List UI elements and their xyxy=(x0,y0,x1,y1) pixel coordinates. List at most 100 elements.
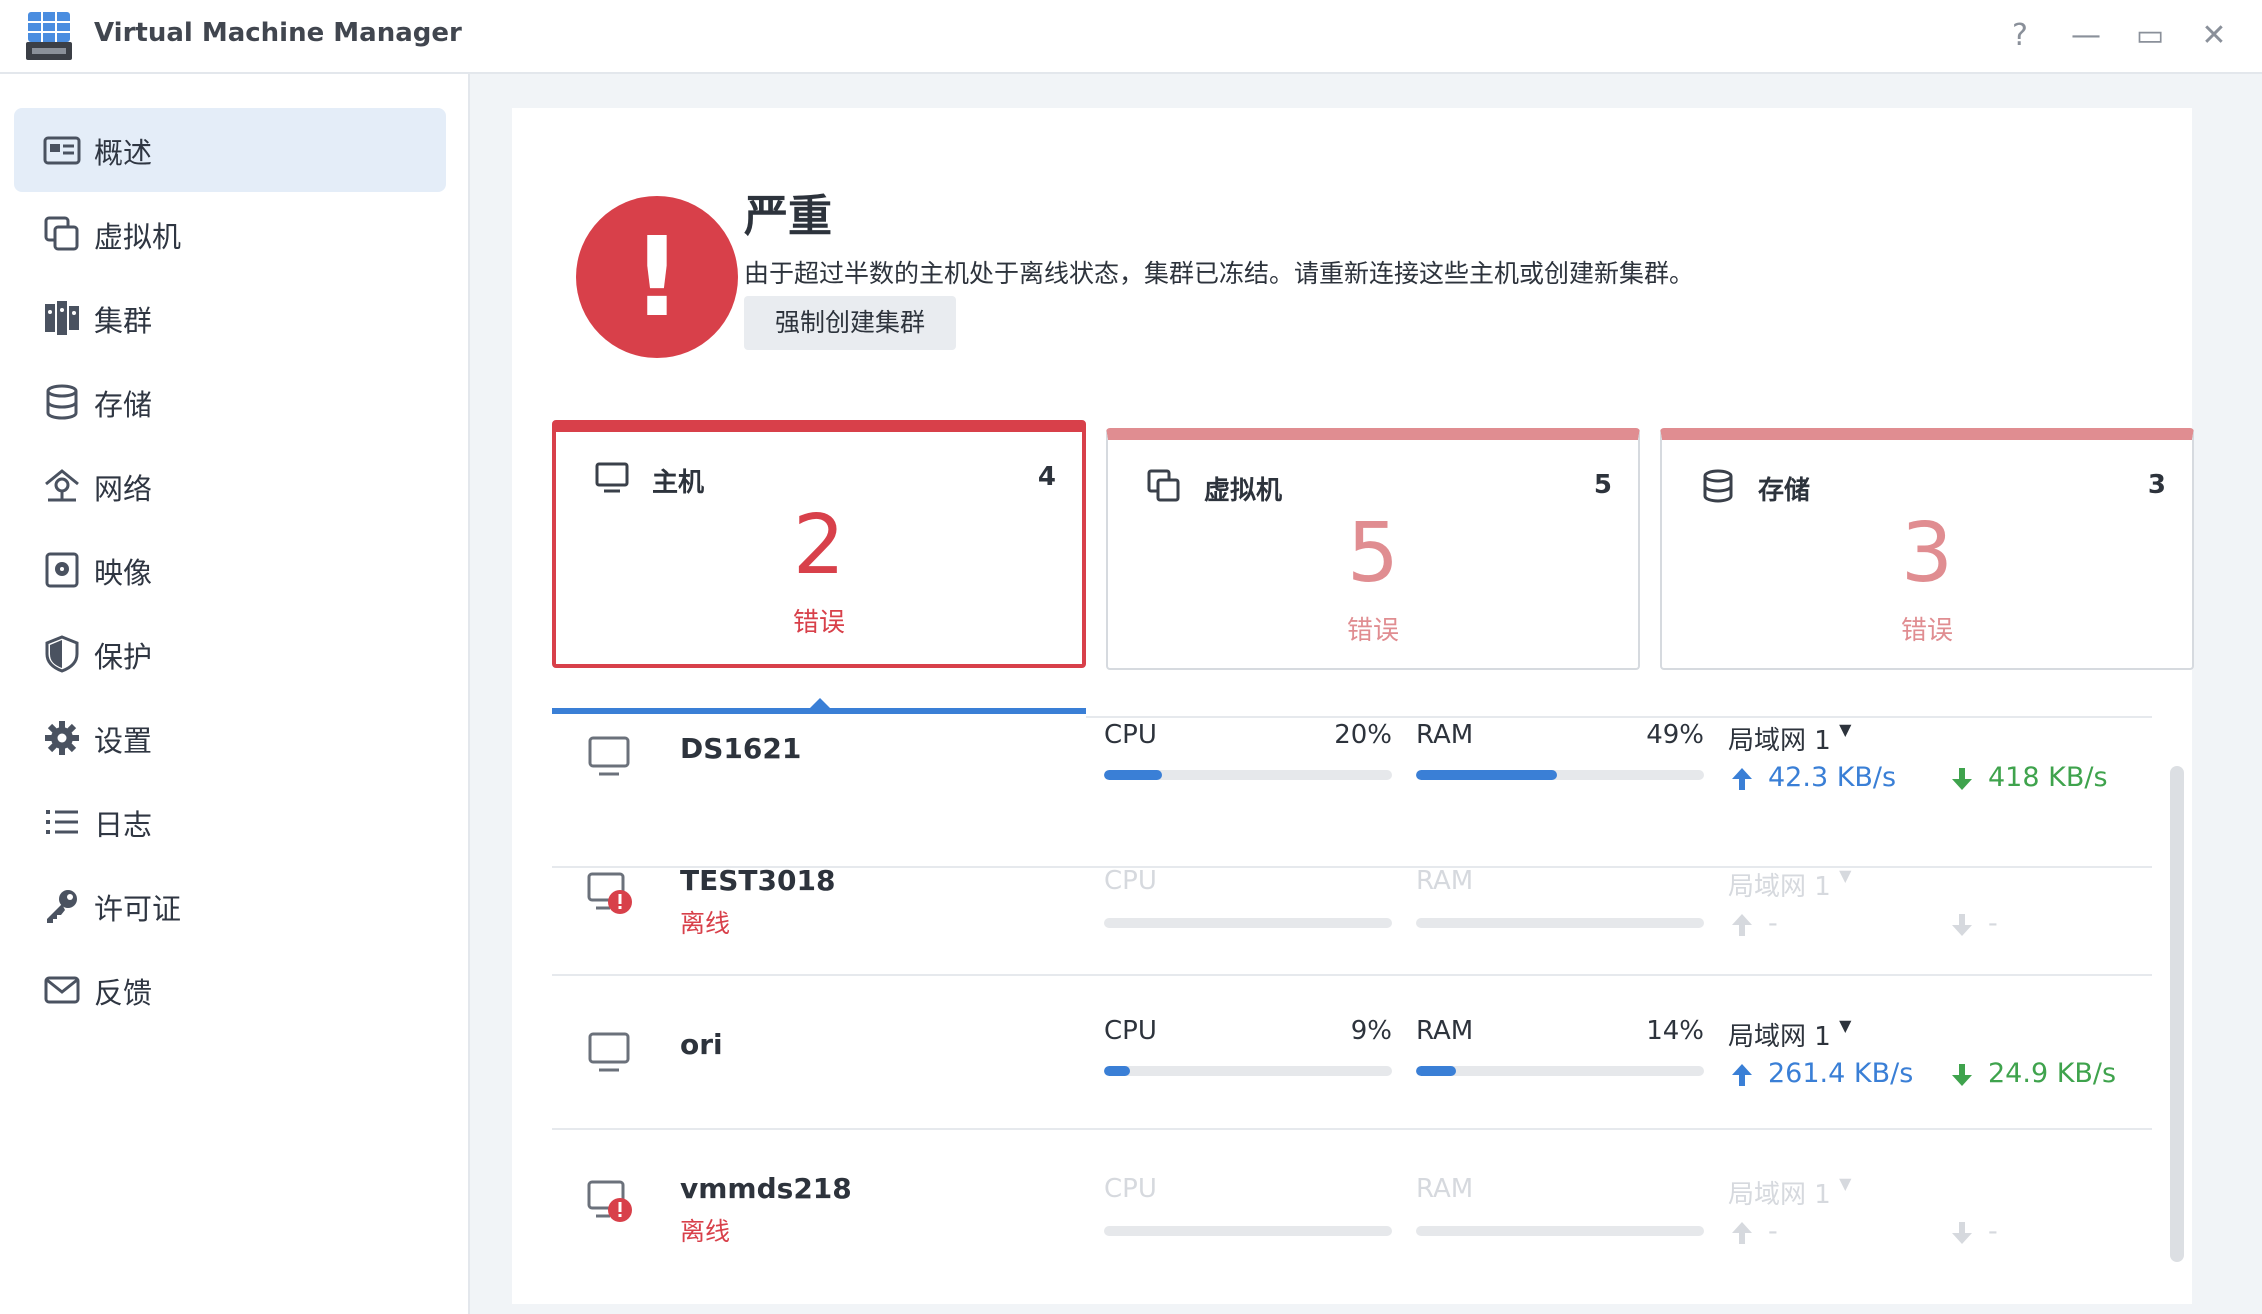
sidebar-item-image[interactable]: 映像 xyxy=(14,528,446,612)
alert-description: 由于超过半数的主机处于离线状态，集群已冻结。请重新连接这些主机或创建新集群。 xyxy=(744,259,1695,288)
card-count: 5 xyxy=(1593,470,1612,500)
host-status: 离线 xyxy=(680,909,731,938)
sidebar-item-overview[interactable]: 概述 xyxy=(14,108,446,192)
lan-label: 局域网 1 xyxy=(1728,1022,1831,1052)
download-arrow-icon xyxy=(1952,1222,1972,1244)
lan-selector[interactable]: 局域网 1 ▼ xyxy=(1728,1016,1851,1053)
host-row[interactable]: vmmds218 离线 CPU RAM 局域网 1 ▼ - - xyxy=(552,1130,2152,1284)
app-logo-icon xyxy=(26,12,72,60)
sidebar-item-cluster[interactable]: 集群 xyxy=(14,276,446,360)
overview-icon xyxy=(43,136,81,165)
sidebar-item-label: 映像 xyxy=(94,556,153,590)
sidebar-item-storage[interactable]: 存储 xyxy=(14,360,446,444)
title-bar: Virtual Machine Manager ? — ▭ ✕ xyxy=(0,0,2262,74)
card-title: 主机 xyxy=(652,468,705,498)
ram-label: RAM xyxy=(1416,866,1474,896)
upload-speed: - xyxy=(1768,908,1778,939)
card-error-count: 2 xyxy=(792,498,846,593)
ram-value: 49% xyxy=(1646,720,1704,750)
card-status: 错误 xyxy=(792,608,845,638)
lan-selector[interactable]: 局域网 1 ▼ xyxy=(1728,1174,1851,1211)
shield-icon xyxy=(45,635,79,673)
ram-label: RAM xyxy=(1416,1016,1474,1046)
sidebar-item-settings[interactable]: 设置 xyxy=(14,696,446,780)
download-speed: 418 KB/s xyxy=(1988,762,2108,793)
card-hosts[interactable]: 主机 4 2 错误 xyxy=(552,420,1086,668)
upload-speed: 261.4 KB/s xyxy=(1768,1058,1914,1089)
overview-panel: ! 严重 由于超过半数的主机处于离线状态，集群已冻结。请重新连接这些主机或创建新… xyxy=(512,108,2194,1304)
caret-down-icon: ▼ xyxy=(1839,720,1852,739)
caret-down-icon: ▼ xyxy=(1839,1016,1852,1035)
host-icon xyxy=(588,1032,630,1072)
host-icon xyxy=(588,736,630,776)
sidebar-item-label: 网络 xyxy=(94,472,153,506)
host-row[interactable]: TEST3018 离线 CPU RAM 局域网 1 ▼ - - xyxy=(552,822,2152,976)
card-count: 4 xyxy=(1037,462,1056,492)
host-offline-icon xyxy=(587,1180,632,1222)
help-button[interactable]: ? xyxy=(1998,14,2042,58)
sidebar-item-license[interactable]: 许可证 xyxy=(14,864,446,948)
host-row[interactable]: ori CPU 9% RAM 14% 局域网 1 ▼ 261.4 KB/s 24… xyxy=(552,976,2152,1130)
cpu-label: CPU xyxy=(1104,720,1157,750)
cpu-value: 20% xyxy=(1334,720,1392,750)
cpu-usage-fill xyxy=(1104,770,1162,780)
cpu-value: 9% xyxy=(1350,1016,1392,1046)
mail-icon xyxy=(44,976,80,1004)
cpu-label: CPU xyxy=(1104,1174,1157,1204)
ram-usage-fill xyxy=(1416,1066,1457,1076)
host-name: vmmds218 xyxy=(680,1172,852,1205)
sidebar-item-feedback[interactable]: 反馈 xyxy=(14,948,446,1032)
host-name: TEST3018 xyxy=(680,864,836,897)
ram-usage-bar xyxy=(1416,770,1704,780)
sidebar-item-protection[interactable]: 保护 xyxy=(14,612,446,696)
caret-down-icon: ▼ xyxy=(1839,866,1852,885)
card-error-count: 3 xyxy=(1900,506,1954,601)
download-speed: - xyxy=(1988,908,1998,939)
card-status: 错误 xyxy=(1900,616,1953,646)
host-list-scrollbar[interactable] xyxy=(2170,766,2184,1262)
sidebar-item-label: 虚拟机 xyxy=(94,220,182,254)
log-list-icon xyxy=(46,810,78,834)
upload-arrow-icon xyxy=(1732,768,1752,790)
ram-label: RAM xyxy=(1416,1174,1474,1204)
cpu-usage-bar xyxy=(1104,1066,1392,1076)
cluster-icon xyxy=(45,301,79,335)
sidebar-item-log[interactable]: 日志 xyxy=(14,780,446,864)
virtual-machine-icon xyxy=(1147,469,1180,502)
minimize-button[interactable]: — xyxy=(2064,14,2108,58)
selected-tab-pointer xyxy=(810,698,830,708)
host-icon xyxy=(595,462,629,493)
download-speed: - xyxy=(1988,1216,1998,1247)
sidebar-item-label: 集群 xyxy=(94,304,153,338)
sidebar-item-label: 保护 xyxy=(94,640,153,674)
sidebar-item-label: 概述 xyxy=(94,136,153,170)
lan-selector[interactable]: 局域网 1 ▼ xyxy=(1728,720,1851,757)
card-virtual-machines[interactable]: 虚拟机 5 5 错误 xyxy=(1106,428,1640,670)
force-create-cluster-button[interactable]: 强制创建集群 xyxy=(744,296,956,350)
maximize-button[interactable]: ▭ xyxy=(2128,14,2172,58)
network-icon xyxy=(45,469,79,502)
cpu-label: CPU xyxy=(1104,866,1157,896)
upload-speed: - xyxy=(1768,1216,1778,1247)
storage-icon xyxy=(1703,469,1733,503)
host-name: DS1621 xyxy=(680,732,802,765)
sidebar-item-network[interactable]: 网络 xyxy=(14,444,446,528)
lan-selector[interactable]: 局域网 1 ▼ xyxy=(1728,866,1851,903)
close-button[interactable]: ✕ xyxy=(2192,14,2236,58)
sidebar-item-virtual-machine[interactable]: 虚拟机 xyxy=(14,192,446,276)
upload-arrow-icon xyxy=(1732,914,1752,936)
key-icon xyxy=(47,890,77,923)
sidebar: 概述 虚拟机 集群 存储 网络 映像 保护 设置 日志 许可证 反馈 xyxy=(0,74,470,1314)
alert-title: 严重 xyxy=(744,191,832,242)
sidebar-item-label: 存储 xyxy=(94,388,153,422)
card-storage[interactable]: 存储 3 3 错误 xyxy=(1660,428,2194,670)
card-status: 错误 xyxy=(1346,616,1399,646)
cpu-label: CPU xyxy=(1104,1016,1157,1046)
ram-usage-bar xyxy=(1416,918,1704,928)
gear-icon xyxy=(45,721,79,755)
app-title: Virtual Machine Manager xyxy=(94,18,462,48)
sidebar-item-label: 反馈 xyxy=(94,976,153,1010)
sidebar-item-label: 设置 xyxy=(94,724,153,758)
card-count: 3 xyxy=(2147,470,2166,500)
host-status: 离线 xyxy=(680,1217,731,1246)
